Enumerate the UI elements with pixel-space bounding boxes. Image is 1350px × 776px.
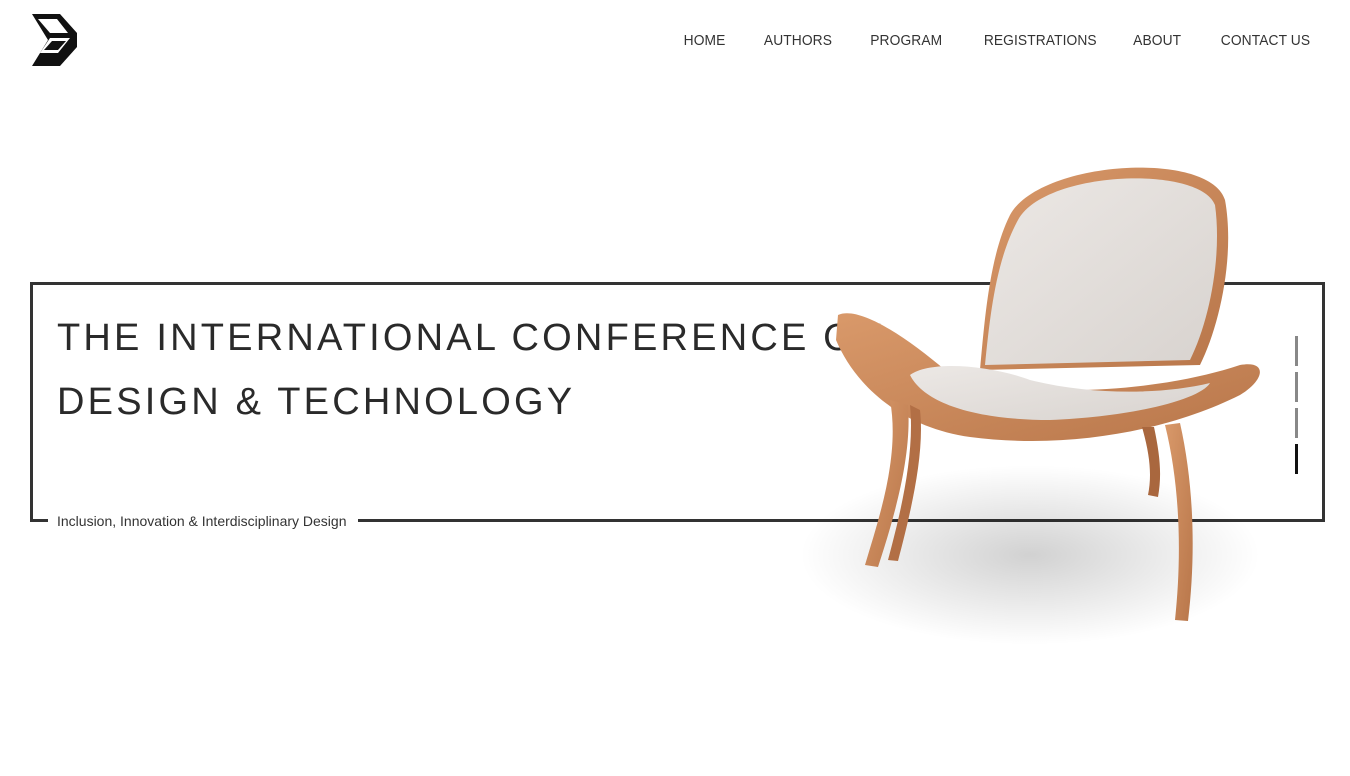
hero-title-line-2: DESIGN & TECHNOLOGY <box>57 381 576 423</box>
nav-contact-us[interactable]: CONTACT US <box>1221 31 1310 51</box>
slider-dot-1[interactable] <box>1295 336 1298 366</box>
main-nav: HOME AUTHORS PROGRAM REGISTRATIONS ABOUT… <box>648 31 1310 51</box>
nav-home[interactable]: HOME <box>684 31 726 51</box>
slider-dot-2[interactable] <box>1295 372 1298 402</box>
nav-authors[interactable]: AUTHORS <box>764 31 832 51</box>
conference-logo-icon[interactable] <box>30 13 78 67</box>
slider-indicators <box>1294 336 1300 476</box>
hero-title: THE INTERNATIONAL CONFERENCE ON DESIGN &… <box>57 306 887 434</box>
slider-dot-4[interactable] <box>1295 444 1298 474</box>
nav-about[interactable]: ABOUT <box>1133 31 1181 51</box>
hero-tagline: Inclusion, Innovation & Interdisciplinar… <box>57 513 347 529</box>
hero-title-line-1: THE INTERNATIONAL CONFERENCE ON <box>57 317 887 359</box>
chair-image <box>800 167 1260 645</box>
slider-dot-3[interactable] <box>1295 408 1298 438</box>
nav-registrations[interactable]: REGISTRATIONS <box>984 31 1097 51</box>
nav-program[interactable]: PROGRAM <box>870 31 942 51</box>
